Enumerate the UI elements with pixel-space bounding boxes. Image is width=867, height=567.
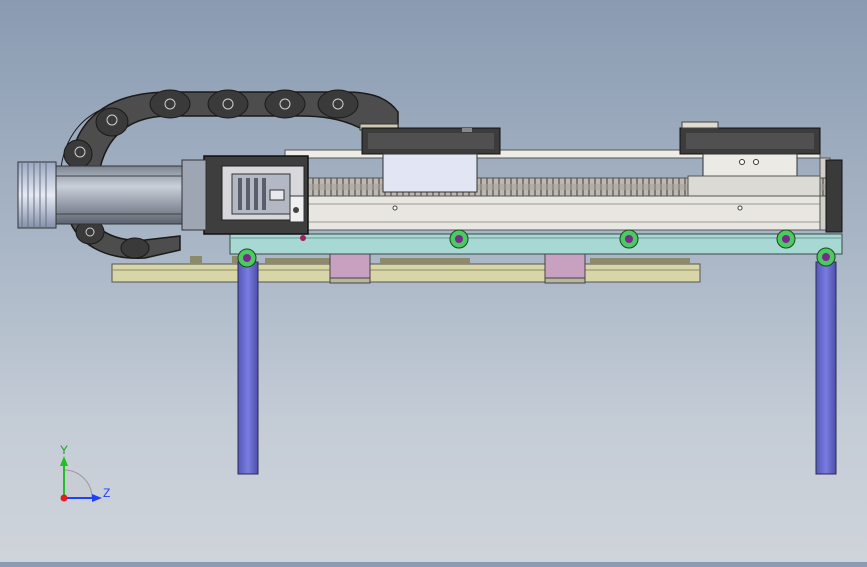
mounting-frame bbox=[229, 233, 843, 255]
coupling-housing bbox=[203, 155, 309, 241]
base-plate bbox=[111, 256, 701, 283]
servo-motor bbox=[17, 159, 207, 231]
z-axis-label: Z bbox=[103, 486, 110, 500]
axis-triad: Y Z bbox=[60, 443, 110, 502]
carriage-right bbox=[679, 121, 821, 197]
linear-module-assembly-drawing: Y Z bbox=[17, 89, 843, 502]
cad-viewport[interactable]: Y Z bbox=[0, 0, 867, 562]
y-axis-label: Y bbox=[60, 443, 68, 457]
y-axis-arrow bbox=[60, 456, 68, 466]
x-axis-origin bbox=[60, 494, 68, 502]
end-bearing-cap bbox=[825, 159, 843, 233]
triad-plane bbox=[63, 469, 93, 499]
z-axis-arrow bbox=[92, 494, 102, 502]
support-legs bbox=[237, 261, 837, 475]
